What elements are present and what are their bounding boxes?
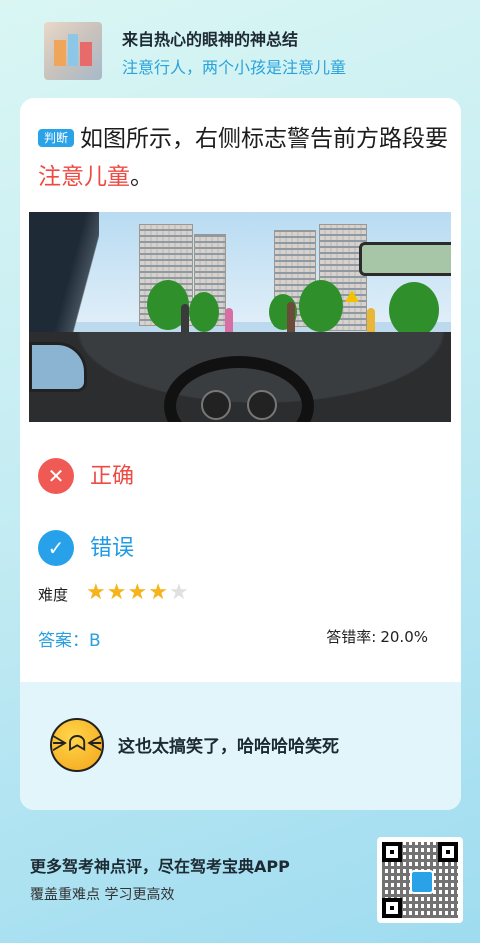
error-rate: 答错率: 20.0% (326, 626, 428, 647)
star-icon: ★ (106, 580, 128, 605)
header-subtitle: 注意行人，两个小孩是注意儿童 (122, 58, 347, 77)
footer-subtitle: 覆盖重难点 学习更高效 (30, 887, 175, 903)
question-text: 判断 如图所示，右侧标志警告前方路段要注意儿童。 (38, 120, 448, 196)
qr-code[interactable] (377, 837, 463, 923)
option-wrong[interactable]: ✓ 错误 (38, 530, 338, 570)
comment-text: 这也太搞笑了，哈哈哈哈笑死 (118, 737, 339, 757)
header-title: 来自热心的眼神的神总结 (122, 30, 299, 49)
question-image (29, 212, 451, 422)
laughing-crying-emoji-icon: ᗒᗣᗕ (50, 718, 104, 772)
avatar (44, 22, 102, 80)
warning-sign (345, 290, 359, 302)
option-label: 正确 (90, 464, 135, 489)
rearview-mirror (359, 242, 451, 276)
footer-title: 更多驾考神点评，尽在驾考宝典APP (30, 857, 290, 876)
close-icon: ✕ (38, 458, 74, 494)
question-card: 判断 如图所示，右侧标志警告前方路段要注意儿童。 ✕ 正确 ✓ 错误 难度 ★★… (20, 98, 461, 810)
question-type-tag: 判断 (38, 129, 75, 147)
header: 来自热心的眼神的神总结 注意行人，两个小孩是注意儿童 (44, 22, 460, 82)
answer-label: 答案：B (38, 631, 101, 651)
star-icon: ★ (148, 580, 169, 605)
difficulty-stars: ★★★★★ (86, 580, 190, 605)
question-text-end: 。 (130, 164, 153, 190)
app-logo-icon (410, 870, 434, 894)
error-rate-value: 20.0% (380, 628, 428, 646)
check-icon: ✓ (38, 530, 74, 566)
star-icon: ★ (127, 580, 149, 605)
comment-section: ᗒᗣᗕ 这也太搞笑了，哈哈哈哈笑死 (20, 676, 461, 810)
option-correct[interactable]: ✕ 正确 (38, 458, 338, 498)
question-highlight: 注意儿童 (38, 164, 130, 190)
question-text-part: 如图所示，右侧标志警告前方路段要 (80, 126, 449, 152)
difficulty-label: 难度 (38, 586, 69, 604)
star-icon: ★ (86, 580, 107, 605)
error-rate-label: 答错率: (326, 628, 377, 646)
star-icon: ★ (168, 580, 190, 605)
option-label: 错误 (90, 536, 135, 561)
